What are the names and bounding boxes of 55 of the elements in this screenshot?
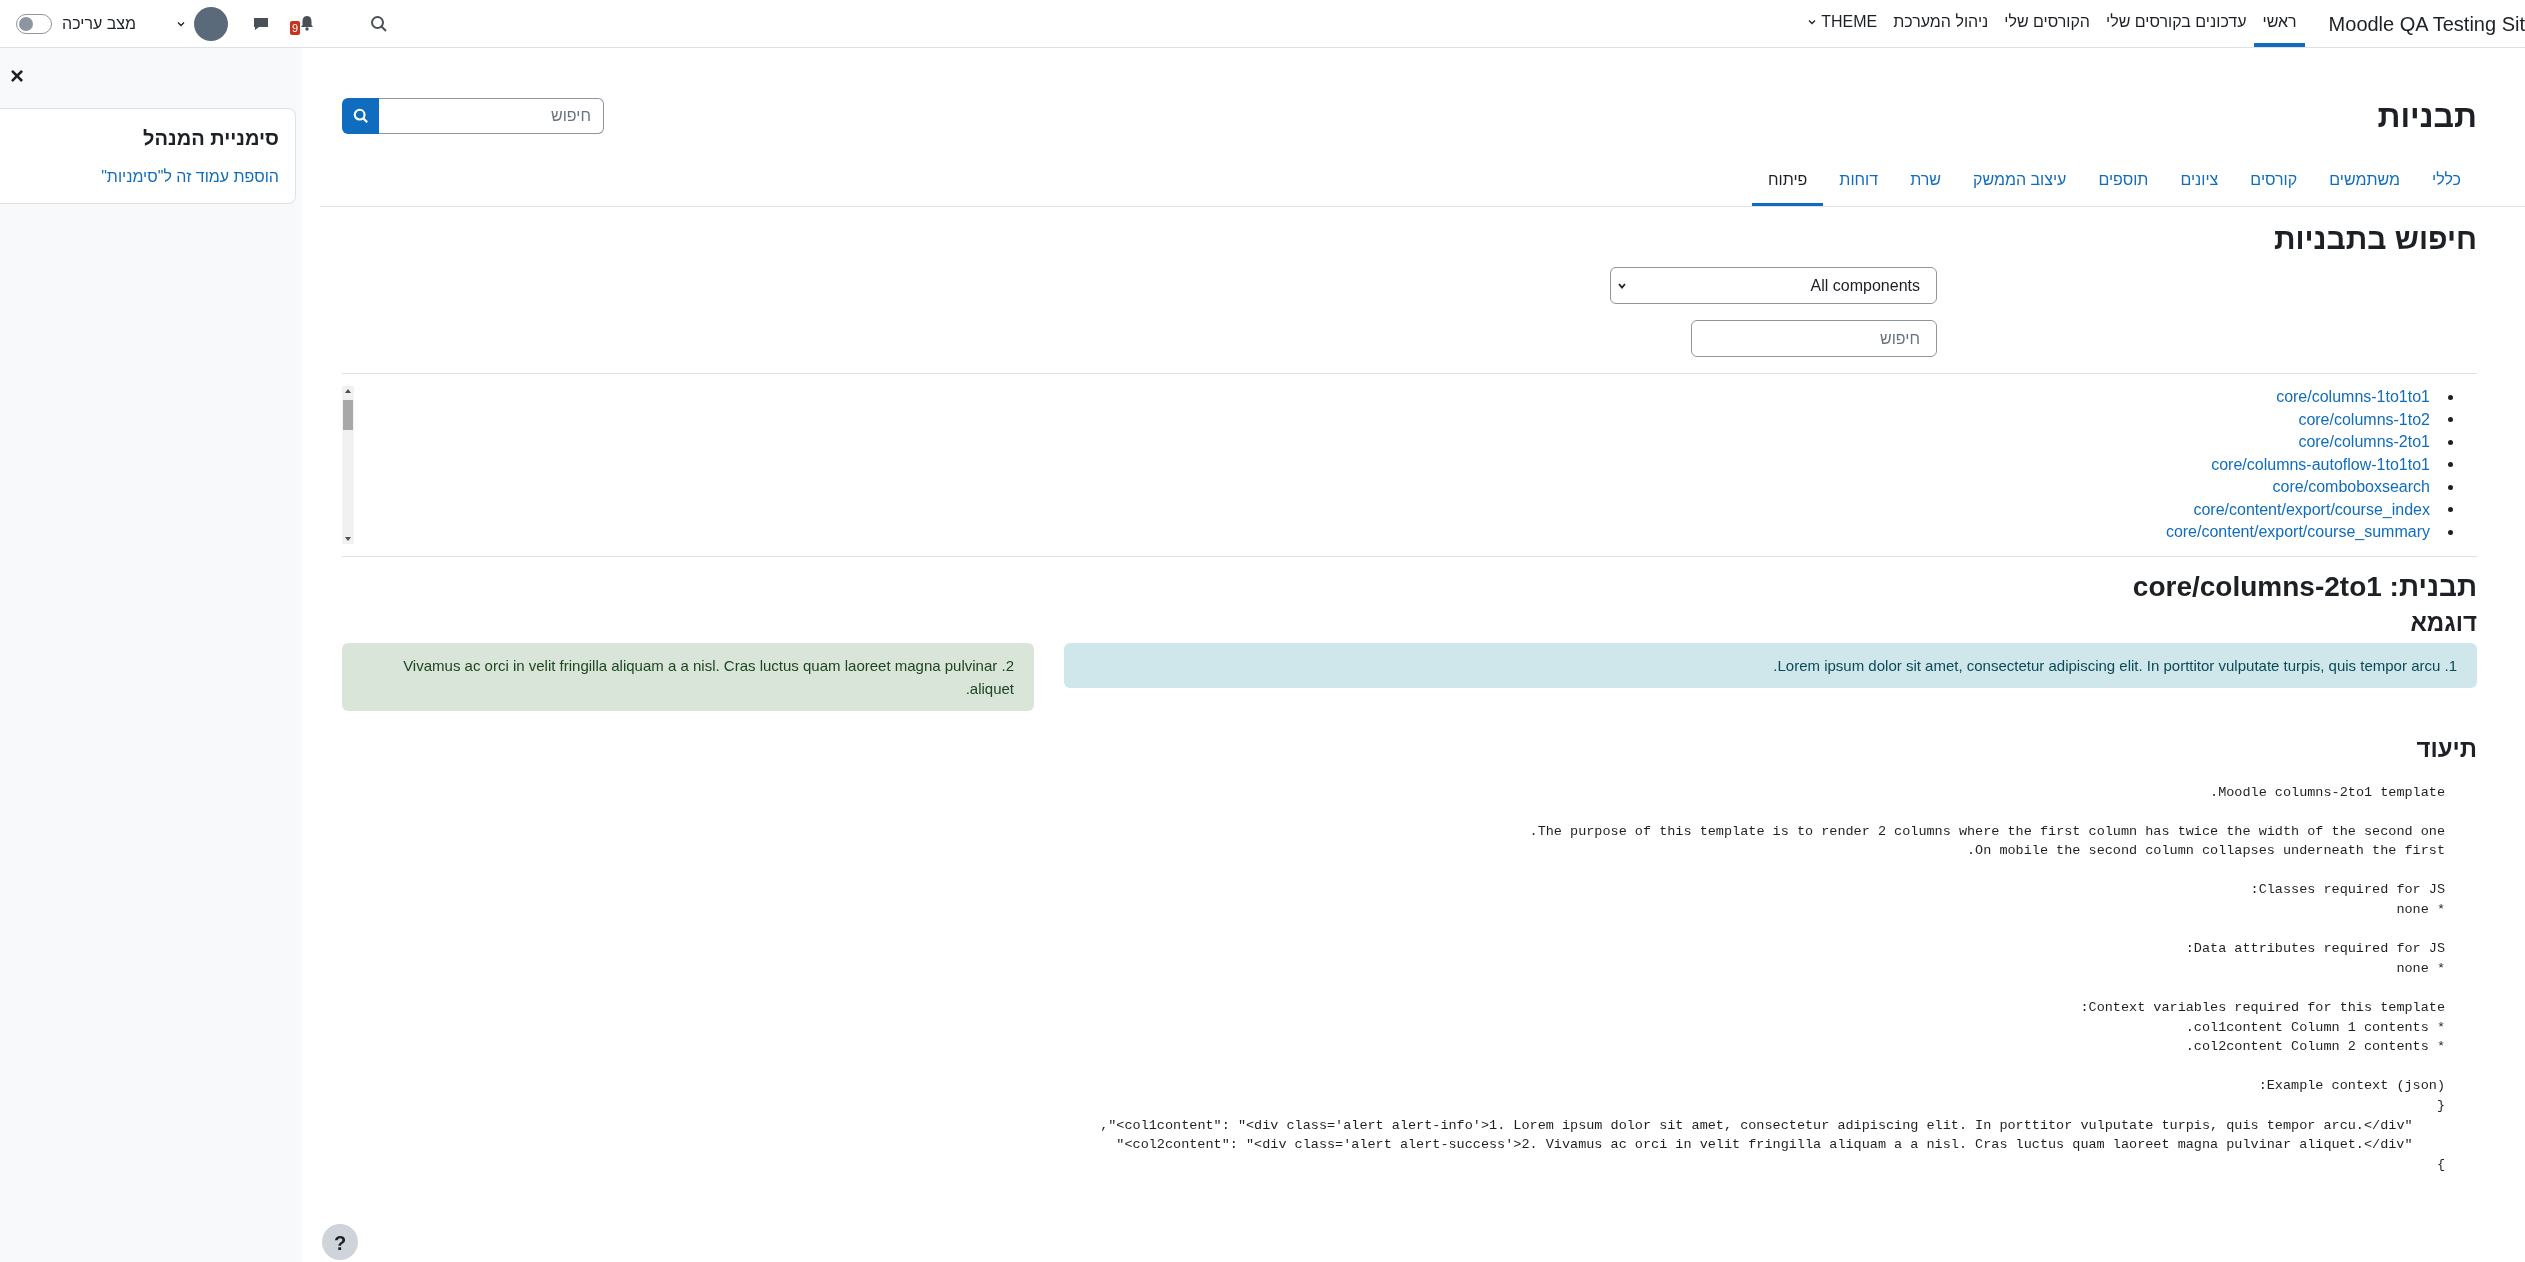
- nav-link[interactable]: ניהול המערכת: [1885, 0, 1997, 47]
- documentation-code: Moodle columns-2to1 template. The purpose of this template is to render 2 columns where the first column has twice the width of the second one. On mobile the second column collapses underneath the first. Classes required for JS: * none Data attributes required for JS: * none Context variables required for this template: * col1content Column 1 contents. * col2content Column 2 contents. Example context (json): { "col1content": "<div class='alert alert-info'>1. Lorem ipsum dolor sit amet, consectetur adipiscing elit. In porttitor vulputate turpis, quis tempor arcu.</div>", "col2content": "<div class='alert alert-success'>2. Vivamus ac orci in velit fringilla aliquam a a nisl. Cras luctus quam laoreet magna pulvinar aliquet.</div>" }: [1099, 783, 2446, 1174]
- tab[interactable]: פיתוח: [1752, 156, 1824, 206]
- search-field[interactable]: חיפוש: [379, 98, 604, 134]
- template-link[interactable]: core/columns-1to2: [2298, 407, 2430, 432]
- search-button[interactable]: [342, 98, 379, 134]
- close-button[interactable]: ×: [8, 64, 26, 88]
- documentation-heading: תיעוד: [2415, 733, 2477, 764]
- bullet-icon: [2448, 394, 2453, 400]
- example-alert: 2. Vivamus ac orci in velit fringilla aliquam a a nisl. Cras luctus quam laoreet magna pulvinar aliquet.: [342, 642, 1034, 711]
- help-button[interactable]: ?: [322, 1224, 358, 1260]
- template-link[interactable]: core/content/export/course_index: [2193, 497, 2430, 522]
- nav-link[interactable]: הקורסים שלי: [1996, 0, 2098, 47]
- nav-link[interactable]: ראשי: [2254, 0, 2305, 47]
- avatar[interactable]: [193, 6, 228, 41]
- template-link[interactable]: core/comboboxsearch: [2272, 475, 2430, 500]
- tab[interactable]: קורסים: [2234, 156, 2314, 206]
- scroll-down-arrow-icon[interactable]: [344, 535, 352, 542]
- notification-count-badge: 9: [289, 20, 301, 35]
- bullet-icon: [2448, 507, 2453, 513]
- template-link[interactable]: core/columns-2to1: [2298, 430, 2430, 455]
- edit-mode-toggle[interactable]: [16, 13, 52, 34]
- nav-link[interactable]: THEME: [1799, 0, 1886, 47]
- card-title: סימניית המנהל: [142, 126, 279, 151]
- scrollbar[interactable]: [342, 386, 354, 544]
- tab[interactable]: כללי: [2415, 156, 2477, 206]
- search-icon[interactable]: [369, 14, 388, 33]
- bookmark-link[interactable]: הוספת עמוד זה ל"סימניות": [16, 165, 279, 189]
- scroll-up-arrow-icon[interactable]: [344, 388, 352, 394]
- bullet-icon: [2448, 439, 2453, 445]
- template-link[interactable]: core/content/export/course_summary: [2165, 520, 2430, 545]
- example-alert: 1. Lorem ipsum dolor sit amet, consectetur adipiscing elit. In porttitor vulputate turpis, quis tempor arcu.: [1064, 642, 2477, 688]
- example-heading: דוגמא: [2409, 607, 2477, 638]
- tab[interactable]: דוחות: [1823, 156, 1895, 206]
- bullet-icon: [2448, 462, 2453, 468]
- template-search-field[interactable]: חיפוש: [1691, 320, 1937, 357]
- tab[interactable]: עיצוב הממשק: [1956, 156, 2083, 206]
- bullet-icon: [2448, 484, 2453, 490]
- tab[interactable]: שרת: [1894, 156, 1957, 206]
- scrollbar-thumb[interactable]: [343, 400, 353, 430]
- tab[interactable]: תוספים: [2082, 156, 2165, 206]
- tab[interactable]: משתמשים: [2313, 156, 2416, 206]
- search-icon: [352, 108, 369, 124]
- tab[interactable]: ציונים: [2164, 156, 2235, 206]
- site-name[interactable]: Moodle QA Testing Sit: [2304, 8, 2525, 39]
- nav-link[interactable]: עדכונים בקורסים שלי: [2098, 0, 2255, 47]
- template-link[interactable]: core/columns-1to1to1: [2276, 385, 2430, 410]
- component-select[interactable]: All components: [1610, 267, 1937, 304]
- edit-mode-label: מצב עריכה: [62, 13, 136, 34]
- template-link[interactable]: core/columns-autoflow-1to1to1: [2211, 452, 2430, 477]
- template-heading: תבנית: core/columns-2to1: [2131, 569, 2477, 604]
- bullet-icon: [2448, 529, 2453, 535]
- page-title: תבניות: [2377, 97, 2477, 136]
- section-heading: חיפוש בתבניות: [2272, 221, 2477, 257]
- bullet-icon: [2448, 417, 2453, 423]
